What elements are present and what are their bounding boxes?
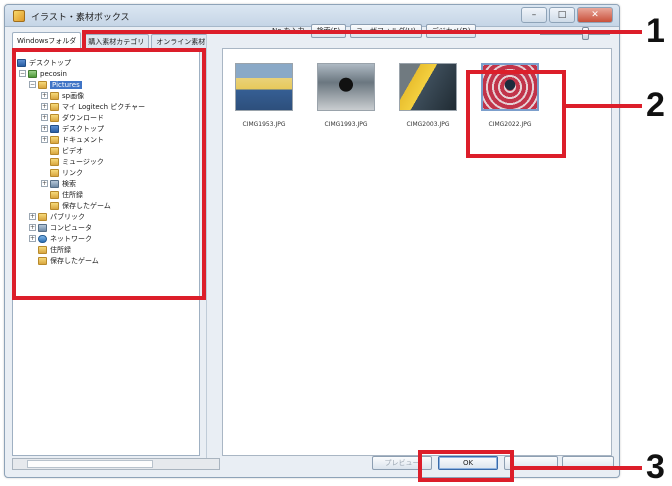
callout-frame-2 [466,70,566,158]
thumbnail-item[interactable]: CIMG1993.JPG [309,53,383,135]
scrollbar-thumb[interactable] [27,460,153,468]
thumbnail-item[interactable]: CIMG2003.JPG [391,53,465,135]
thumbnail-caption: CIMG1953.JPG [242,121,286,128]
window-title: イラスト・素材ボックス [31,13,130,23]
callout-frame-1 [12,48,206,300]
callout-line-1-drop [82,30,86,52]
app-icon [13,10,25,22]
photo-thumbnail [317,63,375,111]
callout-frame-3 [418,450,514,482]
callout-number-2: 2 [646,86,665,124]
callout-line-1 [82,30,642,34]
minimize-button[interactable]: – [521,7,547,23]
photo-thumbnail [399,63,457,111]
callout-number-1: 1 [646,12,665,50]
thumbnail-caption: CIMG2003.JPG [406,121,450,128]
maximize-button[interactable]: □ [549,7,575,23]
thumbnail-caption: CIMG1993.JPG [324,121,368,128]
callout-line-3 [514,466,642,470]
callout-number-3: 3 [646,448,665,486]
close-button[interactable]: ✕ [577,7,613,23]
pane-splitter[interactable] [206,34,218,470]
horizontal-scrollbar[interactable] [12,458,220,470]
callout-line-2 [566,104,642,108]
thumbnail-item[interactable]: CIMG1953.JPG [227,53,301,135]
photo-thumbnail [235,63,293,111]
